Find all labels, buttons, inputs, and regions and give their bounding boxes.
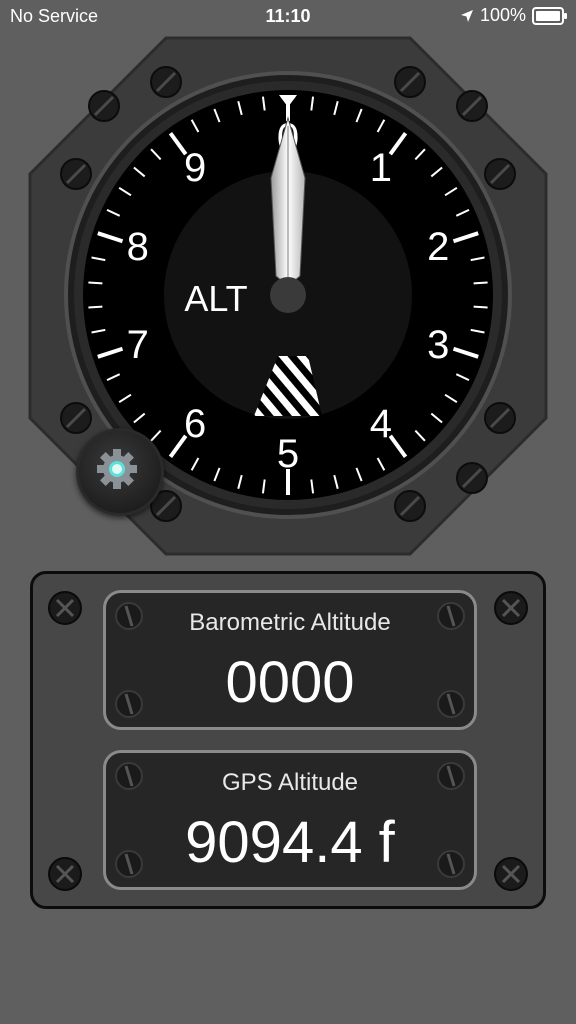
location-arrow-icon — [460, 9, 473, 22]
screw-icon — [456, 462, 488, 494]
screw-icon — [484, 158, 516, 190]
dial-number: 5 — [277, 432, 299, 476]
dial-number: 9 — [184, 146, 206, 190]
dial-number: 7 — [127, 323, 149, 367]
gps-altitude-label: GPS Altitude — [221, 769, 359, 796]
battery-percent: 100% — [479, 5, 526, 25]
screw-icon — [484, 402, 516, 434]
gauge-label: ALT — [184, 278, 247, 319]
screw-icon — [394, 490, 426, 522]
screw-icon — [88, 90, 120, 122]
dial-number: 3 — [427, 323, 449, 367]
gear-icon — [97, 449, 137, 489]
screw-icon — [60, 158, 92, 190]
gps-altitude-box: GPS Altitude 9094.4 f — [103, 750, 477, 890]
minor-tick — [473, 305, 488, 309]
screw-icon — [60, 402, 92, 434]
screw-icon — [48, 591, 82, 625]
screw-icon — [494, 857, 528, 891]
dial-number: 1 — [370, 146, 392, 190]
status-bar: No Service 11:10 100% — [0, 0, 576, 34]
minor-tick — [473, 281, 488, 285]
dial-number: 2 — [427, 225, 449, 269]
screw-icon — [394, 66, 426, 98]
barometric-altitude-value: 0000 — [225, 650, 355, 715]
needle-hub — [270, 277, 306, 313]
screw-icon — [48, 857, 82, 891]
barometric-altitude-label: Barometric Altitude — [189, 609, 391, 636]
minor-tick — [88, 281, 103, 285]
settings-button[interactable] — [76, 428, 164, 516]
dial-number: 4 — [370, 402, 392, 446]
dial-number: 6 — [184, 402, 206, 446]
dial-number: 8 — [127, 225, 149, 269]
readout-panel: Barometric Altitude 0000 GPS Altitude 90… — [30, 571, 546, 909]
screw-icon — [494, 591, 528, 625]
minor-tick — [88, 305, 103, 309]
screw-icon — [150, 66, 182, 98]
status-right: 100% — [460, 5, 567, 26]
barometric-altitude-box: Barometric Altitude 0000 — [103, 590, 477, 730]
battery-icon — [532, 6, 567, 25]
screw-icon — [456, 90, 488, 122]
gps-altitude-value: 9094.4 f — [185, 810, 395, 875]
